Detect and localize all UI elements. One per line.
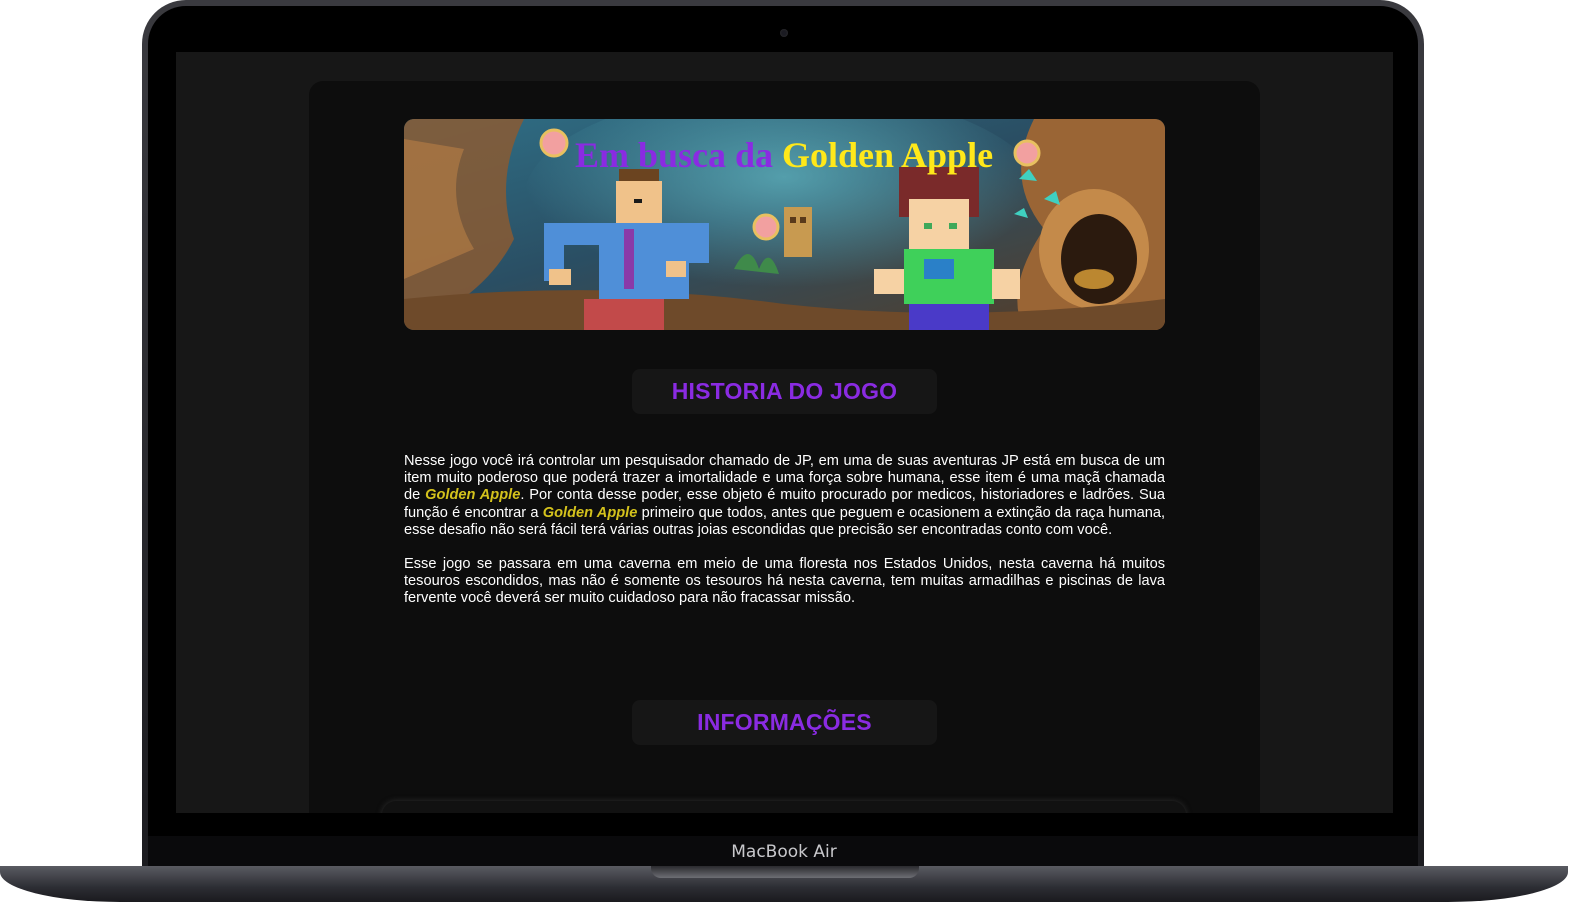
history-section-title: HISTORIA DO JOGO bbox=[632, 369, 937, 414]
browser-viewport[interactable]: Em busca da Golden Apple HISTORIA DO JOG… bbox=[176, 52, 1393, 813]
story-text: Nesse jogo você irá controlar um pesquis… bbox=[404, 453, 1165, 625]
page-container: Em busca da Golden Apple HISTORIA DO JOG… bbox=[309, 81, 1260, 813]
cave-hole bbox=[1061, 214, 1137, 304]
story-paragraph-2: Esse jogo se passara em uma caverna em m… bbox=[404, 556, 1165, 607]
lid-notch bbox=[651, 866, 919, 878]
golden-apple-highlight: Golden Apple bbox=[542, 504, 638, 521]
game-banner: Em busca da Golden Apple bbox=[404, 119, 1165, 330]
apple-icon bbox=[539, 128, 569, 158]
camera-icon bbox=[780, 29, 788, 37]
brand-label: MacBook Air bbox=[731, 842, 837, 862]
banner-title: Em busca da Golden Apple bbox=[575, 135, 993, 175]
info-section-title: INFORMAÇÕES bbox=[632, 700, 937, 745]
story-paragraph-1: Nesse jogo você irá controlar um pesquis… bbox=[404, 453, 1166, 538]
golden-apple-highlight: Golden Apple bbox=[425, 487, 521, 504]
banner-illustration: Em busca da Golden Apple bbox=[404, 119, 1165, 330]
info-card bbox=[382, 801, 1186, 813]
idol-icon bbox=[784, 207, 812, 257]
